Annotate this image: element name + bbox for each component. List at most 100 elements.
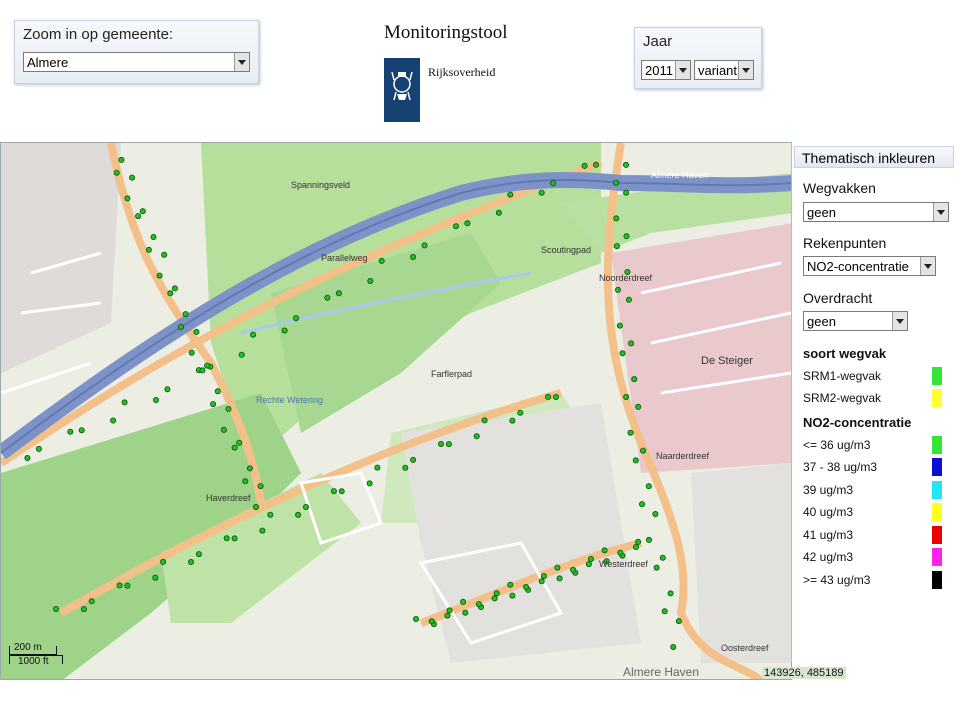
variant-select[interactable]: variant <box>694 60 754 80</box>
calculation-point[interactable] <box>410 456 417 463</box>
calculation-point[interactable] <box>330 488 337 495</box>
calculation-point[interactable] <box>613 179 620 186</box>
calculation-point[interactable] <box>509 592 516 599</box>
calculation-point[interactable] <box>150 234 157 241</box>
calculation-point[interactable] <box>538 578 545 585</box>
calculation-point[interactable] <box>473 433 480 440</box>
calculation-point[interactable] <box>444 612 451 619</box>
calculation-point[interactable] <box>437 440 444 447</box>
calculation-point[interactable] <box>53 605 60 612</box>
calculation-point[interactable] <box>491 595 498 602</box>
calculation-point[interactable] <box>632 457 639 464</box>
calculation-point[interactable] <box>267 511 274 518</box>
calculation-point[interactable] <box>145 246 152 253</box>
calculation-point[interactable] <box>214 388 221 395</box>
calculation-point[interactable] <box>236 439 243 446</box>
calculation-point[interactable] <box>640 447 647 454</box>
calculation-point[interactable] <box>161 251 168 258</box>
calculation-point[interactable] <box>187 558 194 565</box>
calculation-point[interactable] <box>188 349 195 356</box>
chevron-down-icon[interactable] <box>933 203 948 221</box>
calculation-point[interactable] <box>195 551 202 558</box>
calculation-point[interactable] <box>110 417 117 424</box>
calculation-point[interactable] <box>374 464 381 471</box>
calculation-point[interactable] <box>538 189 545 196</box>
calculation-point[interactable] <box>553 393 560 400</box>
calculation-point[interactable] <box>220 426 227 433</box>
calculation-point[interactable] <box>615 286 622 293</box>
calculation-point[interactable] <box>231 535 238 542</box>
calculation-point[interactable] <box>625 296 632 303</box>
calculation-point[interactable] <box>581 162 588 169</box>
calculation-point[interactable] <box>554 564 561 571</box>
calculation-point[interactable] <box>367 277 374 284</box>
calculation-point[interactable] <box>652 510 659 517</box>
calculation-point[interactable] <box>171 285 178 292</box>
chevron-down-icon[interactable] <box>738 61 753 79</box>
calculation-point[interactable] <box>623 161 630 168</box>
calculation-point[interactable] <box>177 323 184 330</box>
calculation-point[interactable] <box>670 643 677 650</box>
calculation-point[interactable] <box>635 403 642 410</box>
calculation-point[interactable] <box>118 156 125 163</box>
calculation-point[interactable] <box>653 564 660 571</box>
calculation-point[interactable] <box>628 340 635 347</box>
calculation-point[interactable] <box>481 417 488 424</box>
calculation-point[interactable] <box>623 233 630 240</box>
calculation-point[interactable] <box>507 581 514 588</box>
calculation-point[interactable] <box>246 465 253 472</box>
calculation-point[interactable] <box>292 315 299 322</box>
calculation-point[interactable] <box>446 607 453 614</box>
calculation-point[interactable] <box>540 573 547 580</box>
calculation-point[interactable] <box>402 464 409 471</box>
calculation-point[interactable] <box>116 582 123 589</box>
overdracht-select[interactable]: geen <box>803 311 908 331</box>
calculation-point[interactable] <box>550 180 557 187</box>
calculation-point[interactable] <box>631 376 638 383</box>
calculation-point[interactable] <box>113 169 120 176</box>
calculation-point[interactable] <box>445 441 452 448</box>
calculation-point[interactable] <box>67 428 74 435</box>
calculation-point[interactable] <box>204 362 211 369</box>
calculation-point[interactable] <box>259 527 266 534</box>
calculation-point[interactable] <box>338 488 345 495</box>
calculation-point[interactable] <box>242 478 249 485</box>
rekenpunten-select[interactable]: NO2-concentratie <box>803 256 936 276</box>
calculation-point[interactable] <box>210 401 217 408</box>
calculation-point[interactable] <box>627 429 634 436</box>
calculation-point[interactable] <box>78 427 85 434</box>
calculation-point[interactable] <box>675 618 682 625</box>
calculation-point[interactable] <box>639 501 646 508</box>
calculation-point[interactable] <box>121 399 128 406</box>
calculation-point[interactable] <box>24 454 31 461</box>
year-select[interactable]: 2011 <box>641 60 691 80</box>
map-canvas[interactable] <box>1 143 792 680</box>
calculation-point[interactable] <box>613 215 620 222</box>
wegvakken-select[interactable]: geen <box>803 202 949 222</box>
calculation-point[interactable] <box>164 386 171 393</box>
calculation-point[interactable] <box>378 257 385 264</box>
chevron-down-icon[interactable] <box>675 61 690 79</box>
calculation-point[interactable] <box>35 445 42 452</box>
calculation-point[interactable] <box>412 615 419 622</box>
calculation-point[interactable] <box>623 189 630 196</box>
calculation-point[interactable] <box>250 331 257 338</box>
calculation-point[interactable] <box>464 220 471 227</box>
calculation-point[interactable] <box>593 161 600 168</box>
calculation-point[interactable] <box>493 590 500 597</box>
calculation-point[interactable] <box>616 322 623 329</box>
calculation-point[interactable] <box>225 405 232 412</box>
calculation-point[interactable] <box>295 511 302 518</box>
calculation-point[interactable] <box>495 209 502 216</box>
calculation-point[interactable] <box>281 327 288 334</box>
calculation-point[interactable] <box>238 351 245 358</box>
calculation-point[interactable] <box>302 503 309 510</box>
calculation-point[interactable] <box>182 311 189 318</box>
calculation-point[interactable] <box>659 554 666 561</box>
calculation-point[interactable] <box>460 598 467 605</box>
calculation-point[interactable] <box>124 582 131 589</box>
calculation-point[interactable] <box>613 243 620 250</box>
calculation-point[interactable] <box>646 536 653 543</box>
chevron-down-icon[interactable] <box>920 257 935 275</box>
chevron-down-icon[interactable] <box>234 53 249 71</box>
